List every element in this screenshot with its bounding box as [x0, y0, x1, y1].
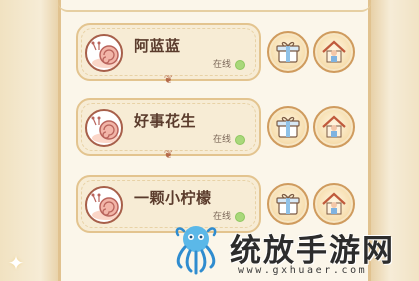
watermark-title: 统放手游网	[230, 233, 395, 269]
snail-avatar-icon[interactable]	[85, 186, 123, 224]
card-ornament-icon: ❦	[163, 148, 174, 161]
visit-home-button[interactable]	[313, 106, 355, 148]
online-dot	[235, 135, 245, 145]
watermark: 统放手游网 www.gxhuaer.com	[160, 221, 419, 281]
friend-name: 一颗小柠檬	[134, 189, 212, 207]
gift-icon	[276, 41, 300, 63]
send-gift-button[interactable]	[267, 106, 309, 148]
snail-avatar-icon[interactable]	[85, 109, 123, 147]
visit-house-icon	[322, 192, 346, 215]
snail-avatar-icon[interactable]	[85, 34, 123, 72]
friend-name: 阿蓝蓝	[134, 37, 181, 55]
visit-home-button[interactable]	[313, 183, 355, 225]
friend-card[interactable]: 阿蓝蓝 在线 ❦	[76, 23, 261, 85]
friend-card[interactable]: 好事花生 在线 ❦	[76, 98, 261, 160]
gift-icon	[276, 193, 300, 215]
gift-icon	[276, 116, 300, 138]
panel-top-edge	[58, 0, 371, 12]
left-rail	[0, 0, 58, 281]
sparkle-icon: ✦	[7, 251, 25, 275]
online-status: 在线	[212, 60, 231, 70]
watermark-url: www.gxhuaer.com	[238, 265, 368, 276]
visit-home-button[interactable]	[313, 31, 355, 73]
online-dot	[235, 60, 245, 70]
friend-name: 好事花生	[134, 112, 197, 130]
visit-house-icon	[322, 40, 346, 63]
octopus-logo-icon	[175, 226, 217, 275]
send-gift-button[interactable]	[267, 183, 309, 225]
visit-house-icon	[322, 115, 346, 138]
send-gift-button[interactable]	[267, 31, 309, 73]
online-status: 在线	[212, 135, 231, 145]
card-ornament-icon: ❦	[163, 73, 174, 86]
